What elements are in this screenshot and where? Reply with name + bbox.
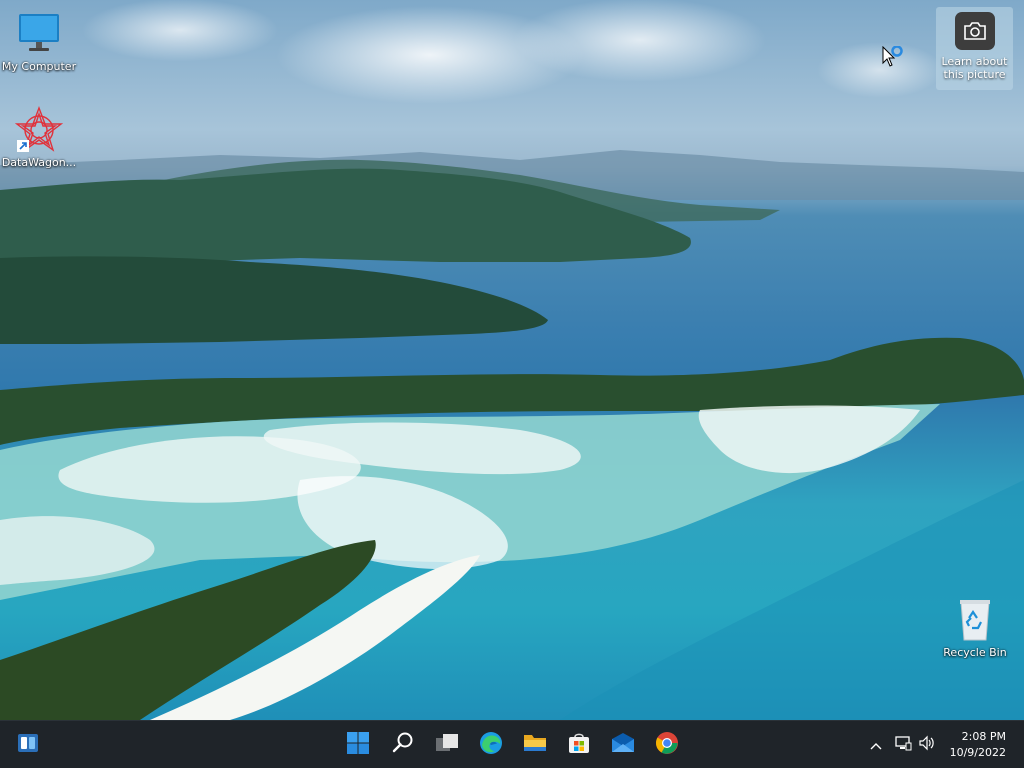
store-button[interactable] (561, 727, 597, 763)
widgets-icon (16, 731, 40, 759)
desktop-icon-label: DataWagon... (1, 156, 77, 169)
clock-date: 10/9/2022 (949, 746, 1006, 759)
edge-icon (478, 730, 504, 760)
network-button[interactable] (892, 721, 914, 769)
network-icon (894, 735, 912, 755)
desktop-icon-datawagon[interactable]: DataWagon... (0, 106, 78, 169)
search-icon (391, 731, 415, 759)
learn-about-picture[interactable]: Learn about this picture (936, 7, 1013, 90)
windows-start-icon (346, 731, 370, 759)
mail-icon (610, 731, 636, 759)
show-hidden-icons-button[interactable] (866, 721, 886, 769)
chrome-icon (654, 730, 680, 760)
folder-icon (522, 731, 548, 759)
clock-time: 2:08 PM (961, 730, 1006, 743)
widgets-button[interactable] (10, 727, 46, 763)
learn-about-picture-label: Learn about this picture (941, 55, 1008, 81)
volume-button[interactable] (916, 721, 938, 769)
task-view-button[interactable] (429, 727, 465, 763)
search-button[interactable] (385, 727, 421, 763)
desktop-icon-label: Recycle Bin (943, 646, 1007, 659)
mouse-cursor-icon (882, 45, 908, 74)
volume-icon (918, 735, 936, 755)
file-explorer-button[interactable] (517, 727, 553, 763)
start-button[interactable] (340, 727, 376, 763)
recycle-bin-icon (951, 596, 999, 644)
chevron-up-icon (869, 736, 883, 755)
store-icon (567, 731, 591, 759)
mail-button[interactable] (605, 727, 641, 763)
desktop-icon-recycle-bin[interactable]: Recycle Bin (936, 596, 1014, 659)
edge-button[interactable] (473, 727, 509, 763)
wallpaper (0, 150, 1024, 720)
desktop-icon-my-computer[interactable]: My Computer (0, 10, 78, 73)
desktop-icon-label: My Computer (1, 60, 77, 73)
taskbar-clock[interactable]: 2:08 PM 10/9/2022 (950, 729, 1006, 761)
datawagon-icon (14, 106, 64, 154)
camera-icon (954, 12, 995, 50)
task-view-icon (434, 731, 460, 759)
taskbar: 2:08 PM 10/9/2022 (0, 720, 1024, 768)
chrome-button[interactable] (649, 727, 685, 763)
desktop: My Computer DataWagon... Recycle Bin Lea… (0, 0, 1024, 720)
monitor-icon (15, 10, 63, 58)
